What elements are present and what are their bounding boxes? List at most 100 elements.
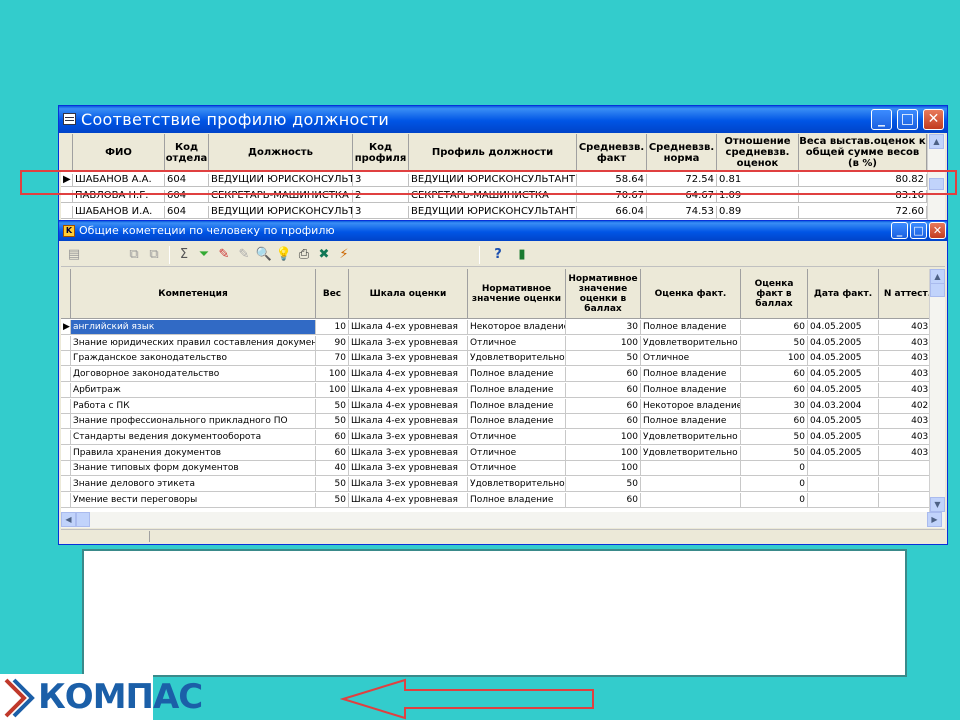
- title-bar[interactable]: Соответствие профилю должности _ □ ✕: [59, 106, 947, 133]
- table-cell[interactable]: Знание типовых форм документов: [71, 461, 316, 477]
- table-cell[interactable]: Договорное законодательство: [71, 367, 316, 383]
- table-cell[interactable]: 04.05.2005: [808, 382, 879, 398]
- column-header[interactable]: Оценка факт.: [641, 269, 741, 319]
- table-cell[interactable]: Знание делового этикета: [71, 477, 316, 492]
- table-cell[interactable]: 70: [316, 351, 349, 367]
- table-cell[interactable]: 04.05.2005: [808, 429, 879, 445]
- table-cell[interactable]: Шкала 4-ех уровневая: [349, 398, 468, 414]
- table-cell[interactable]: Удовлетворительно: [468, 477, 566, 492]
- competencies-grid[interactable]: Компетенция Вес Шкала оценки Нормативное зн…: [61, 269, 945, 512]
- table-cell[interactable]: 60: [316, 429, 349, 445]
- preview-icon[interactable]: 🔍: [255, 246, 273, 264]
- scroll-down-icon[interactable]: ▼: [930, 497, 945, 512]
- table-cell[interactable]: 60: [741, 367, 808, 383]
- table-cell[interactable]: Отличное: [468, 461, 566, 477]
- table-cell[interactable]: Удовлетворительно: [468, 351, 566, 367]
- table-cell[interactable]: 50: [316, 414, 349, 430]
- table-cell[interactable]: 50: [566, 351, 641, 367]
- table-cell[interactable]: 60: [566, 382, 641, 398]
- minimize-button[interactable]: _: [871, 109, 892, 130]
- table-cell[interactable]: Полное владение: [468, 398, 566, 414]
- column-header[interactable]: Код отдела: [165, 134, 209, 172]
- table-row[interactable]: ШАБАНОВ И.А. 604 ВЕДУЩИЙ ЮРИСКОНСУЛЬТ. 3 ВЕД…: [61, 206, 927, 219]
- column-header[interactable]: Веса выстав.оценок к общей сумме весов (…: [799, 134, 927, 172]
- table-cell[interactable]: Знание юридических правил составления до…: [71, 335, 316, 351]
- table-cell[interactable]: 60: [741, 414, 808, 430]
- column-header[interactable]: Нормативное значение оценки в баллах: [566, 269, 641, 319]
- filter-edit-icon[interactable]: ✎: [215, 246, 233, 264]
- table-cell[interactable]: 90: [316, 335, 349, 351]
- table-cell[interactable]: 04.05.2005: [808, 351, 879, 367]
- table-cell[interactable]: 50: [316, 477, 349, 492]
- table-cell[interactable]: Некоторое владение: [641, 398, 741, 414]
- table-cell[interactable]: 0.89: [717, 206, 799, 219]
- sum-icon[interactable]: Σ: [175, 246, 193, 264]
- table-cell[interactable]: 0: [741, 461, 808, 477]
- table-cell[interactable]: Знание профессионального прикладного ПО: [71, 414, 316, 430]
- table-cell[interactable]: [641, 461, 741, 477]
- maximize-button[interactable]: □: [910, 222, 927, 239]
- print-icon[interactable]: ⎙: [295, 246, 313, 264]
- exit-door-icon[interactable]: ▮: [513, 246, 531, 264]
- table-cell[interactable]: Шкала 3-ех уровневая: [349, 461, 468, 477]
- column-header[interactable]: Средневзв. норма: [647, 134, 717, 172]
- table-cell[interactable]: 04.03.2004: [808, 398, 879, 414]
- table-cell[interactable]: Отличное: [468, 429, 566, 445]
- scroll-right-icon[interactable]: ▶: [927, 512, 942, 527]
- table-cell[interactable]: 50: [316, 398, 349, 414]
- table-cell[interactable]: Шкала 4-ех уровневая: [349, 320, 468, 335]
- table-cell[interactable]: Умение вести переговоры: [71, 492, 316, 508]
- table-cell[interactable]: Гражданское законодательство: [71, 351, 316, 367]
- table-cell[interactable]: Полное владение: [468, 492, 566, 508]
- table-cell[interactable]: 0: [741, 492, 808, 508]
- table-cell[interactable]: 04.05.2005: [808, 367, 879, 383]
- table-cell[interactable]: [641, 477, 741, 492]
- table-cell[interactable]: Шкала 3-ех уровневая: [349, 335, 468, 351]
- table-cell[interactable]: Стандарты ведения документооборота: [71, 429, 316, 445]
- table-cell[interactable]: 100: [566, 335, 641, 351]
- copy-icon[interactable]: ⧉: [125, 246, 143, 264]
- table-cell[interactable]: Шкала 4-ех уровневая: [349, 382, 468, 398]
- table-cell[interactable]: Шкала 3-ех уровневая: [349, 429, 468, 445]
- table-cell[interactable]: 50: [316, 492, 349, 508]
- table-cell[interactable]: английский язык: [71, 320, 316, 335]
- scroll-left-icon[interactable]: ◀: [61, 512, 76, 527]
- table-cell[interactable]: 50: [741, 429, 808, 445]
- close-button[interactable]: ✕: [929, 222, 946, 239]
- table-cell[interactable]: [808, 461, 879, 477]
- table-cell[interactable]: 04.05.2005: [808, 320, 879, 335]
- paste-icon[interactable]: ⧉: [145, 246, 163, 264]
- table-cell[interactable]: 0: [741, 477, 808, 492]
- table-cell[interactable]: Удовлетворительно: [641, 429, 741, 445]
- table-cell[interactable]: 30: [741, 398, 808, 414]
- scroll-thumb[interactable]: [930, 283, 945, 297]
- column-header[interactable]: Нормативное значение оценки: [468, 269, 566, 319]
- table-cell[interactable]: 50: [741, 445, 808, 461]
- table-cell[interactable]: 50: [566, 477, 641, 492]
- table-cell[interactable]: Шкала 4-ех уровневая: [349, 414, 468, 430]
- column-header[interactable]: Средневзв. факт: [577, 134, 647, 172]
- table-cell[interactable]: 100: [316, 382, 349, 398]
- table-cell[interactable]: 60: [741, 320, 808, 335]
- column-header[interactable]: Должность: [209, 134, 353, 172]
- scroll-up-icon[interactable]: ▲: [930, 269, 945, 284]
- column-header[interactable]: Вес: [316, 269, 349, 319]
- table-cell[interactable]: Полное владение: [641, 382, 741, 398]
- column-header[interactable]: Отношение средневзв. оценок: [717, 134, 799, 172]
- table-cell[interactable]: 74.53: [647, 206, 717, 219]
- column-header[interactable]: Шкала оценки: [349, 269, 468, 319]
- table-cell[interactable]: Работа с ПК: [71, 398, 316, 414]
- table-cell[interactable]: Полное владение: [468, 382, 566, 398]
- table-cell[interactable]: [808, 492, 879, 508]
- table-cell[interactable]: Некоторое владение: [468, 320, 566, 335]
- table-cell[interactable]: Отличное: [468, 335, 566, 351]
- table-cell[interactable]: 60: [741, 382, 808, 398]
- table-cell[interactable]: 66.04: [577, 206, 647, 219]
- column-header[interactable]: Оценка факт в баллах: [741, 269, 808, 319]
- table-cell[interactable]: Шкала 4-ех уровневая: [349, 492, 468, 508]
- maximize-button[interactable]: □: [897, 109, 918, 130]
- table-cell[interactable]: 04.05.2005: [808, 445, 879, 461]
- table-cell[interactable]: Полное владение: [641, 320, 741, 335]
- table-cell[interactable]: Отличное: [641, 351, 741, 367]
- table-cell[interactable]: 10: [316, 320, 349, 335]
